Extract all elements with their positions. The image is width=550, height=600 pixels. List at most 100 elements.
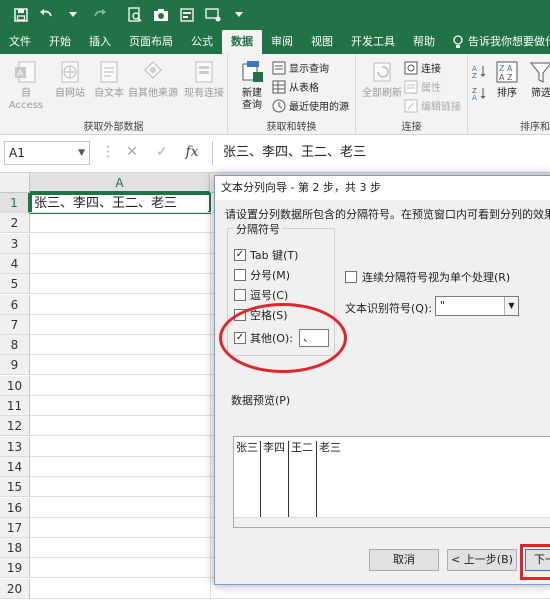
row-header[interactable]: 10 <box>0 375 30 396</box>
sort-za-button[interactable]: ZA <box>472 86 486 100</box>
filter-button[interactable]: 筛选 <box>526 58 550 100</box>
clock-icon <box>272 99 286 112</box>
funnel-icon <box>529 62 550 83</box>
refresh-icon <box>373 62 391 82</box>
camera-icon[interactable] <box>150 4 172 26</box>
formula-input[interactable]: 张三、李四、王二、老三 <box>212 141 550 165</box>
group-connections: 全部刷新 连接 属性 编辑链接 连接 <box>356 54 468 134</box>
row-header[interactable]: 12 <box>0 416 30 437</box>
tab-developer[interactable]: 开发工具 <box>342 30 404 54</box>
tab-insert[interactable]: 插入 <box>80 30 120 54</box>
row-header[interactable]: 5 <box>0 274 30 295</box>
row-header[interactable]: 4 <box>0 253 30 274</box>
row-header[interactable]: 3 <box>0 233 30 254</box>
show-queries-button[interactable]: 显示查询 <box>272 60 329 75</box>
existing-connections-button[interactable]: 现有连接 <box>182 58 226 100</box>
tab-home[interactable]: 开始 <box>40 30 80 54</box>
connections-icon <box>195 61 213 83</box>
from-other-sources-button[interactable]: 自其他来源 <box>128 58 178 100</box>
tab-view[interactable]: 视图 <box>302 30 342 54</box>
print-preview-icon[interactable] <box>124 4 146 26</box>
tab-page-layout[interactable]: 页面布局 <box>120 30 182 54</box>
row-header[interactable]: 19 <box>0 558 30 579</box>
from-access-button[interactable]: A 自 Access <box>4 58 48 112</box>
cancel-button[interactable]: 取消 <box>369 549 439 571</box>
insert-function-icon[interactable]: fx <box>184 144 200 160</box>
checkbox-tab[interactable]: ✓ <box>234 249 246 261</box>
svg-text:Z A: Z A <box>499 64 513 73</box>
checkbox-semicolon[interactable] <box>234 269 246 281</box>
sort-az-button[interactable]: AZ <box>472 64 486 78</box>
connections-small-icon <box>404 61 418 74</box>
more-icon: ⋮ <box>101 144 115 160</box>
text-file-icon <box>100 61 118 83</box>
row-header[interactable]: 11 <box>0 396 30 416</box>
row-header[interactable]: 18 <box>0 538 30 559</box>
checkbox-comma[interactable] <box>234 289 246 301</box>
tab-review[interactable]: 审阅 <box>262 30 302 54</box>
select-all-corner[interactable] <box>0 173 30 193</box>
save-icon[interactable] <box>10 4 32 26</box>
row-header[interactable]: 9 <box>0 355 30 376</box>
preview-column: 李四 <box>261 441 289 519</box>
sort-za-icon: ZA <box>472 87 486 100</box>
group-sort-filter: AZ ZA Z AA Z 排序 筛选 排序和 <box>468 54 550 134</box>
from-web-button[interactable]: 自网站 <box>50 58 90 100</box>
preview-column: 王二 <box>289 441 317 519</box>
option-tab[interactable]: ✓ Tab 键(T) <box>234 247 298 263</box>
row-header[interactable]: 17 <box>0 517 30 538</box>
row-header[interactable]: 13 <box>0 436 30 457</box>
from-table-button[interactable]: 从表格 <box>272 79 319 94</box>
edit-links-button[interactable]: 编辑链接 <box>404 98 461 113</box>
connections-button[interactable]: 连接 <box>404 60 441 75</box>
row-header[interactable]: 20 <box>0 578 30 599</box>
svg-text:A Z: A Z <box>499 73 513 82</box>
checkbox-consecutive[interactable] <box>345 271 357 283</box>
customize-qat-icon[interactable] <box>228 4 250 26</box>
back-button[interactable]: < 上一步(B) <box>447 549 517 571</box>
option-semicolon[interactable]: 分号(M) <box>234 267 290 283</box>
tab-help[interactable]: 帮助 <box>404 30 444 54</box>
form-icon[interactable] <box>176 4 198 26</box>
recent-sources-button[interactable]: 最近使用的源 <box>272 98 349 113</box>
data-preview[interactable]: 张三 李四 王二 老三 <box>233 436 550 528</box>
enter-icon[interactable]: ✓ <box>154 144 170 160</box>
tab-data[interactable]: 数据 <box>222 30 262 54</box>
row-header[interactable]: 7 <box>0 314 30 335</box>
properties-button[interactable]: 属性 <box>404 79 441 94</box>
dialog-description: 请设置分列数据所包含的分隔符号。在预览窗口内可看到分列的效果。 <box>225 208 550 221</box>
consecutive-option[interactable]: 连续分隔符号视为单个处理(R) <box>345 269 510 285</box>
from-text-button[interactable]: 自文本 <box>90 58 128 100</box>
row-header[interactable]: 15 <box>0 477 30 498</box>
name-box[interactable]: A1 ▼ <box>4 141 90 165</box>
quick-access-toolbar <box>0 0 550 30</box>
chevron-down-icon[interactable]: ▼ <box>78 142 85 164</box>
tab-file[interactable]: 文件 <box>0 30 40 54</box>
redo-icon[interactable] <box>88 4 110 26</box>
svg-text:A: A <box>17 69 24 79</box>
refresh-all-button[interactable]: 全部刷新 <box>360 58 404 100</box>
text-qualifier-select[interactable]: " ▼ <box>435 296 519 316</box>
tab-formulas[interactable]: 公式 <box>182 30 222 54</box>
edit-links-icon <box>404 99 418 112</box>
option-comma[interactable]: 逗号(C) <box>234 287 288 303</box>
chevron-down-icon[interactable] <box>62 4 84 26</box>
new-query-button[interactable]: 新建 查询 <box>232 58 272 112</box>
consecutive-label: 连续分隔符号视为单个处理(R) <box>362 271 511 284</box>
column-header-a[interactable]: A <box>30 173 210 193</box>
tell-me-text: 告诉我你想要做什 <box>468 35 550 48</box>
row-header[interactable]: 6 <box>0 294 30 315</box>
undo-icon[interactable] <box>36 4 58 26</box>
cancel-icon[interactable]: ✕ <box>124 144 140 160</box>
new-query-icon <box>242 61 263 82</box>
sort-button[interactable]: Z AA Z 排序 <box>492 58 522 100</box>
row-header[interactable]: 8 <box>0 335 30 356</box>
chevron-down-icon[interactable]: ▼ <box>504 297 518 315</box>
screen-icon[interactable] <box>202 4 224 26</box>
row-header[interactable]: 14 <box>0 456 30 477</box>
row-header[interactable]: 16 <box>0 497 30 518</box>
row-header[interactable]: 2 <box>0 213 30 234</box>
tell-me-box[interactable]: 告诉我你想要做什 <box>444 30 550 54</box>
row-header[interactable]: 1 <box>0 193 30 213</box>
preview-scrollbar[interactable] <box>234 517 550 527</box>
